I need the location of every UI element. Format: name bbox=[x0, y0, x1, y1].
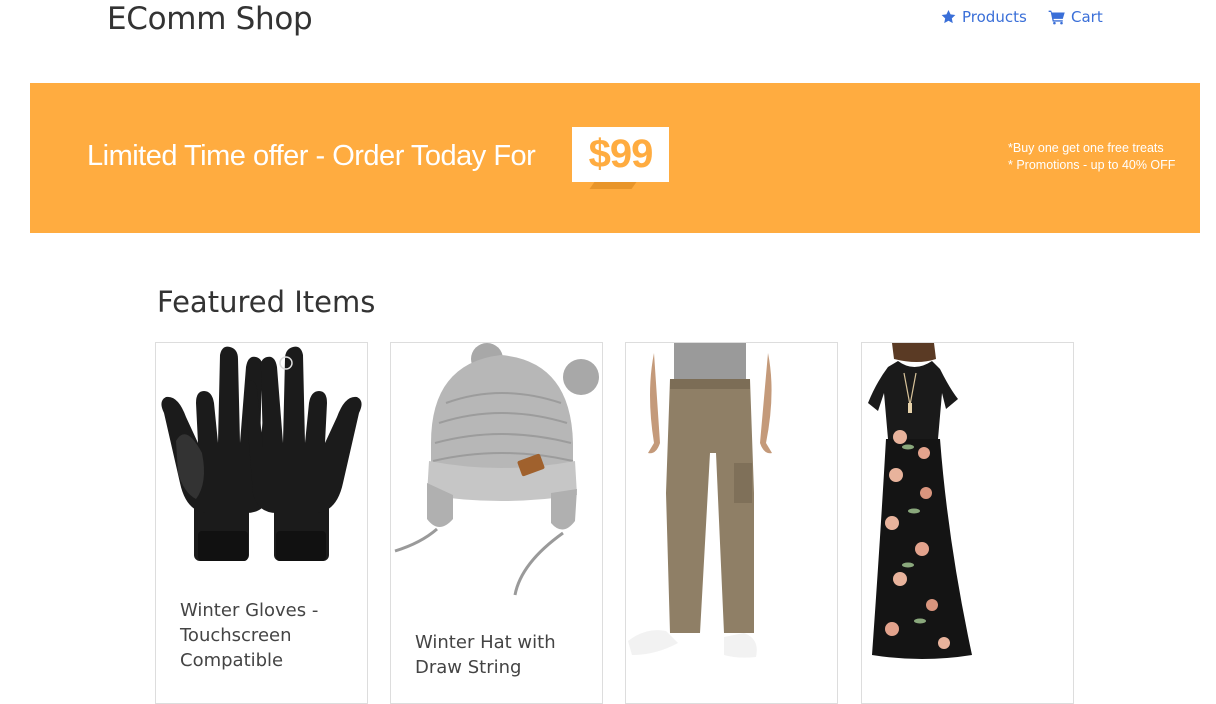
dress-image bbox=[868, 343, 972, 659]
featured-items-heading: Featured Items bbox=[157, 285, 376, 319]
price-tag: $99 bbox=[572, 127, 669, 182]
product-card-hat[interactable]: Winter Hat with Draw String bbox=[390, 342, 603, 704]
banner-offer-text: Limited Time offer - Order Today For bbox=[87, 140, 536, 172]
nav-products-label: Products bbox=[962, 8, 1027, 26]
product-card-dress[interactable] bbox=[861, 342, 1074, 704]
banner-price: $99 bbox=[588, 132, 654, 176]
gloves-image bbox=[161, 346, 362, 561]
promo-line: * Promotions - up to 40% OFF bbox=[1008, 158, 1176, 172]
hat-image bbox=[394, 343, 599, 596]
cart-icon bbox=[1048, 9, 1066, 25]
product-card-pants[interactable] bbox=[625, 342, 838, 704]
navbar: EComm Shop Products Cart bbox=[0, 0, 1216, 60]
brand-logo[interactable]: EComm Shop bbox=[107, 0, 313, 38]
banner-promos: *Buy one get one free treats * Promotion… bbox=[1008, 140, 1175, 174]
nav-products-link[interactable]: Products bbox=[940, 6, 1027, 28]
promo-line: *Buy one get one free treats bbox=[1008, 141, 1164, 155]
nav-cart-label: Cart bbox=[1071, 8, 1103, 26]
promo-banner[interactable]: Limited Time offer - Order Today For $99… bbox=[30, 83, 1200, 233]
star-icon bbox=[940, 9, 957, 25]
nav-cart-link[interactable]: Cart bbox=[1048, 6, 1103, 28]
product-title[interactable]: Winter Gloves - Touchscreen Compatible bbox=[180, 598, 350, 673]
pants-image bbox=[628, 343, 772, 658]
product-title[interactable]: Winter Hat with Draw String bbox=[415, 630, 585, 680]
product-card-gloves[interactable]: Winter Gloves - Touchscreen Compatible bbox=[155, 342, 368, 704]
